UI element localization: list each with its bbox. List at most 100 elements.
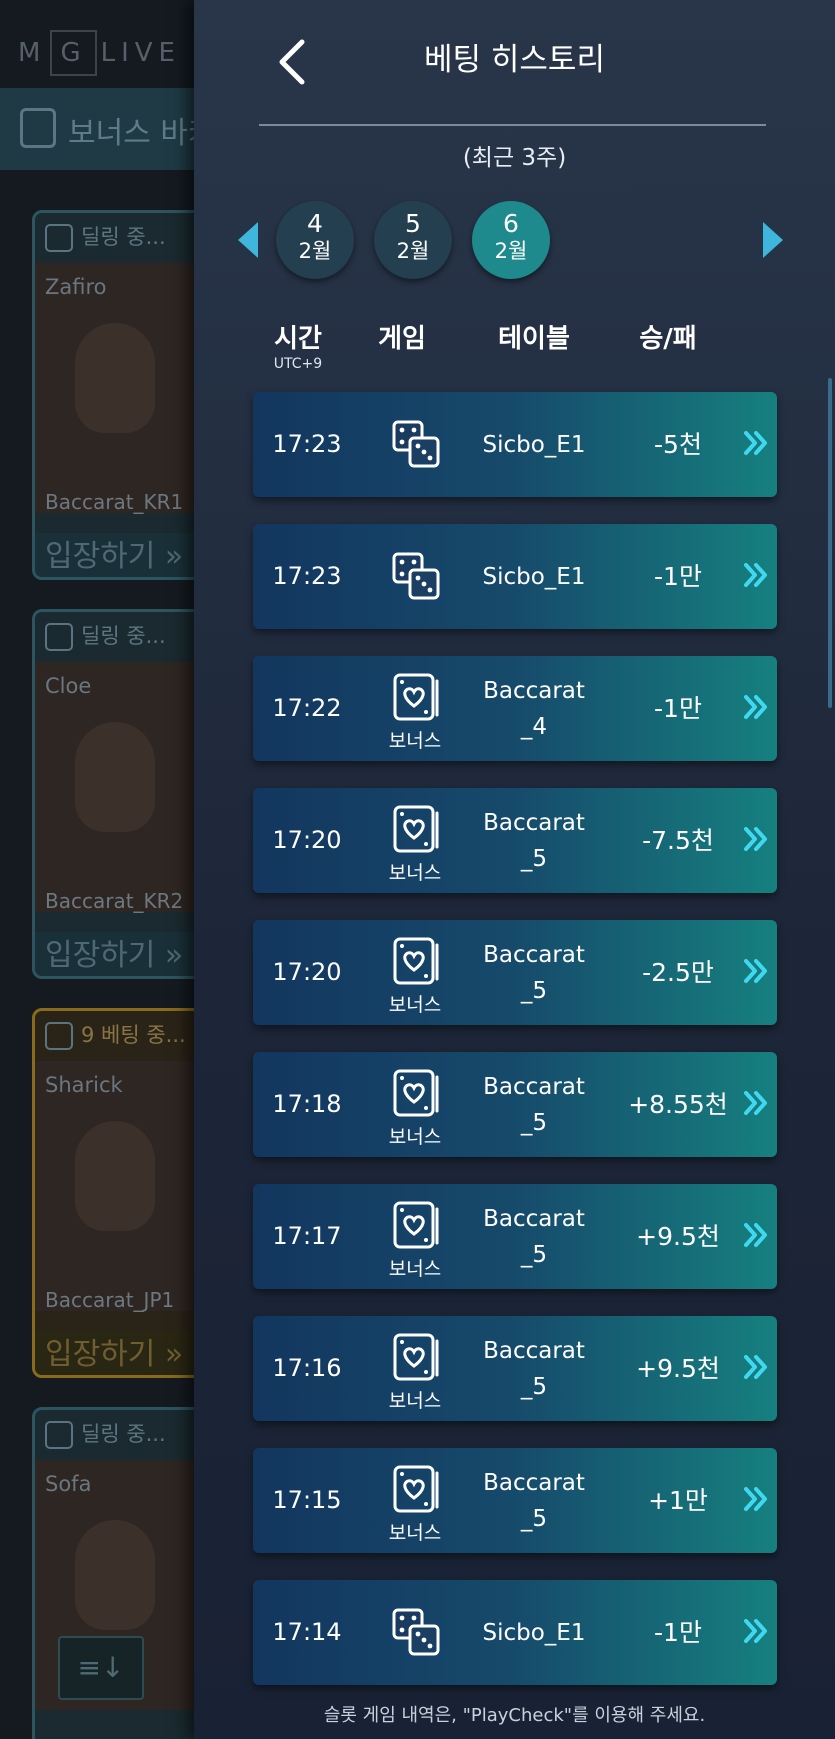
double-chevron-right-icon	[743, 956, 769, 986]
double-chevron-right-icon	[743, 692, 769, 722]
next-dates-arrow-icon[interactable]	[763, 222, 783, 258]
dealer-name: Sharick	[45, 1073, 123, 1097]
card-status: 9 베팅 중...	[45, 1019, 186, 1050]
timezone-label: UTC+9	[273, 356, 323, 372]
double-chevron-right-icon	[743, 1484, 769, 1514]
column-header-result: 승/패	[639, 324, 697, 354]
enter-button: 입장하기 »	[35, 533, 209, 577]
row-time: 17:20	[272, 826, 342, 854]
game-label: 보너스	[388, 730, 442, 752]
column-header-time: 시간	[274, 324, 322, 354]
row-game: 보너스	[365, 1052, 455, 1157]
date-button-2[interactable]: 6 2월	[472, 201, 550, 279]
row-result: -2.5만	[642, 958, 714, 987]
row-time: 17:15	[272, 1486, 342, 1514]
row-table: Baccarat _5	[469, 920, 599, 1025]
card-table-name: Baccarat_KR2	[45, 889, 184, 913]
row-game: 보너스	[365, 920, 455, 1025]
double-chevron-right-icon	[743, 1088, 769, 1118]
row-table: Baccarat _4	[469, 656, 599, 761]
card-status: 딜링 중...	[45, 620, 166, 651]
playcheck-note: 슬롯 게임 내역은, "PlayCheck"를 이용해 주세요.	[323, 1705, 706, 1726]
double-chevron-right-icon	[743, 428, 769, 458]
row-game	[365, 392, 455, 497]
row-game: 보너스	[365, 1184, 455, 1289]
row-table-label: Baccarat _5	[483, 1073, 585, 1136]
history-row[interactable]: 17:15 보너스 Baccarat _5 +1만	[253, 1448, 777, 1553]
dealer-name: Zafiro	[45, 275, 107, 299]
double-chevron-right-icon	[743, 1352, 769, 1382]
lobby-table-card: 9 베팅 중... Sharick Baccarat_JP1 입장하기 »	[32, 1008, 212, 1378]
row-table-label: Baccarat _5	[483, 1205, 585, 1268]
history-row[interactable]: 17:14 Sicbo_E1 -1만	[253, 1580, 777, 1685]
row-result: -5천	[654, 430, 702, 459]
row-table: Baccarat _5	[469, 1052, 599, 1157]
column-header-table: 테이블	[498, 324, 570, 354]
row-table-label: Sicbo_E1	[482, 431, 586, 458]
game-label: 보너스	[388, 1522, 442, 1544]
card-status: 딜링 중...	[45, 221, 166, 252]
row-game: 보너스	[365, 1316, 455, 1421]
row-game: 보너스	[365, 788, 455, 893]
column-header-game: 게임	[378, 324, 426, 354]
row-table: Baccarat _5	[469, 788, 599, 893]
date-button-0[interactable]: 4 2월	[276, 201, 354, 279]
row-time: 17:23	[272, 430, 342, 458]
history-row[interactable]: 17:16 보너스 Baccarat _5 +9.5천	[253, 1316, 777, 1421]
row-time: 17:20	[272, 958, 342, 986]
mg-live-logo: M G LIVE	[18, 30, 181, 76]
row-time: 17:14	[272, 1618, 342, 1646]
lobby-table-card: 딜링 중... Cloe Baccarat_KR2 입장하기 »	[32, 609, 212, 979]
row-table: Baccarat _5	[469, 1448, 599, 1553]
date-button-1[interactable]: 5 2월	[374, 201, 452, 279]
game-label: 보너스	[388, 994, 442, 1016]
row-table-label: Sicbo_E1	[482, 1619, 586, 1646]
double-chevron-right-icon	[743, 824, 769, 854]
history-row[interactable]: 17:22 보너스 Baccarat _4 -1만	[253, 656, 777, 761]
row-game: 보너스	[365, 656, 455, 761]
row-game: 보너스	[365, 1448, 455, 1553]
row-table-label: Baccarat _5	[483, 809, 585, 872]
row-result: -1만	[654, 694, 702, 723]
history-row[interactable]: 17:23 Sicbo_E1 -5천	[253, 392, 777, 497]
dealer-photo	[35, 1061, 209, 1311]
history-row[interactable]: 17:17 보너스 Baccarat _5 +9.5천	[253, 1184, 777, 1289]
double-chevron-right-icon	[743, 1220, 769, 1250]
card-table-name: Baccarat_JP1	[45, 1288, 175, 1312]
sort-button: ≡↓	[58, 1636, 144, 1700]
enter-button: 입장하기 »	[35, 932, 209, 976]
row-result: +1만	[648, 1486, 708, 1515]
page-title: 베팅 히스토리	[424, 42, 605, 78]
scrollbar[interactable]	[828, 378, 832, 708]
bonus-card-icon	[20, 108, 56, 148]
row-time: 17:16	[272, 1354, 342, 1382]
dealer-photo	[35, 662, 209, 912]
game-label: 보너스	[388, 1126, 442, 1148]
row-game	[365, 1580, 455, 1685]
row-table-label: Sicbo_E1	[482, 563, 586, 590]
row-result: -1만	[654, 562, 702, 591]
lobby-table-card: 딜링 중... Zafiro Baccarat_KR1 입장하기 »	[32, 210, 212, 580]
row-time: 17:22	[272, 694, 342, 722]
row-result: +9.5천	[636, 1222, 720, 1251]
row-result: -1만	[654, 1618, 702, 1647]
row-table-label: Baccarat _4	[483, 677, 585, 740]
row-result: +9.5천	[636, 1354, 720, 1383]
history-row[interactable]: 17:23 Sicbo_E1 -1만	[253, 524, 777, 629]
row-table-label: Baccarat _5	[483, 1337, 585, 1400]
double-chevron-right-icon	[743, 560, 769, 590]
row-table-label: Baccarat _5	[483, 1469, 585, 1532]
dealer-name: Sofa	[45, 1472, 92, 1496]
game-label: 보너스	[388, 1390, 442, 1412]
history-row[interactable]: 17:20 보너스 Baccarat _5 -2.5만	[253, 920, 777, 1025]
history-row[interactable]: 17:18 보너스 Baccarat _5 +8.55천	[253, 1052, 777, 1157]
row-result: +8.55천	[628, 1090, 728, 1119]
row-table: Sicbo_E1	[469, 392, 599, 497]
history-row[interactable]: 17:20 보너스 Baccarat _5 -7.5천	[253, 788, 777, 893]
row-result: -7.5천	[642, 826, 714, 855]
row-time: 17:18	[272, 1090, 342, 1118]
period-subtitle: (최근 3주)	[462, 145, 567, 171]
row-table: Sicbo_E1	[469, 1580, 599, 1685]
prev-dates-arrow-icon[interactable]	[238, 222, 258, 258]
row-game	[365, 524, 455, 629]
